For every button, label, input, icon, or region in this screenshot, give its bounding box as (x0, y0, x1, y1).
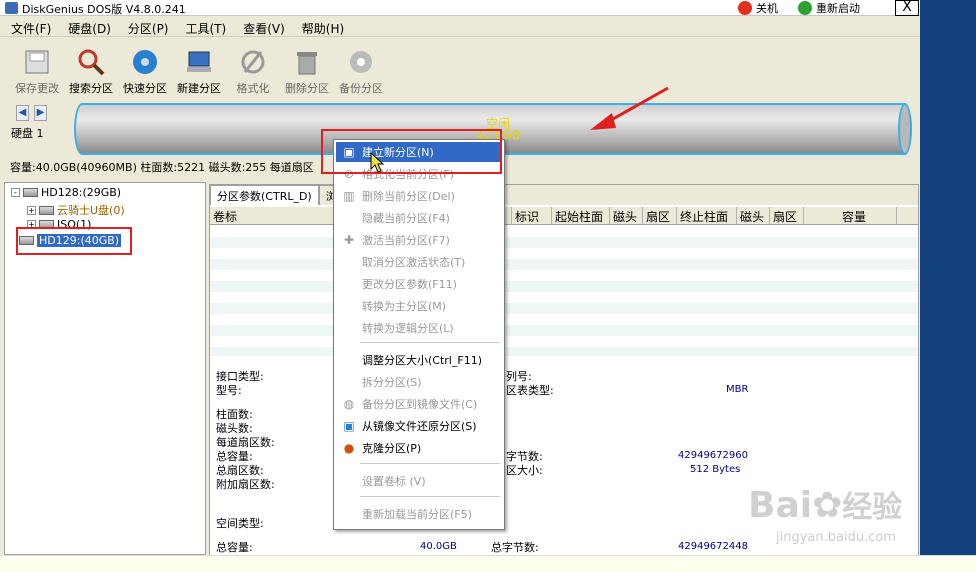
menu-file[interactable]: 文件(F) (0, 17, 57, 36)
menu-partition[interactable]: 分区(P) (117, 17, 175, 36)
trash-icon (292, 47, 322, 77)
window-title: DiskGenius DOS版 V4.8.0.241 (22, 3, 186, 16)
menu-item-change-params[interactable]: 更改分区参数(F11) (336, 274, 502, 294)
restore-icon: ▣ (343, 419, 355, 433)
new-partition-icon (184, 47, 214, 77)
menu-item-split[interactable]: 拆分分区(S) (336, 372, 502, 392)
previous-disk-button[interactable]: ◀ (16, 105, 29, 121)
col-end-cyl[interactable]: 终止柱面 (677, 207, 737, 224)
new-partition-button[interactable]: 新建分区 (172, 40, 226, 98)
menu-disk[interactable]: 硬盘(D) (57, 17, 117, 36)
paw-icon: ✿ (812, 485, 843, 526)
toolbar: 保存更改 搜索分区 快速分区 新建分区 格式化 删除分区 备份分区 (0, 40, 920, 98)
partition-table-body (210, 226, 918, 356)
restart-button[interactable]: 重新启动 (798, 0, 860, 16)
watermark: Bai✿经验 jingyan.baidu.com (748, 485, 903, 545)
clone-icon: ● (343, 441, 355, 455)
menu-item-set-label[interactable]: 设置卷标 (V) (336, 471, 502, 491)
context-menu: ▣ 建立新分区(N) ⊘ 格式化当前分区(F) ▥ 删除当前分区(Del) 隐藏当前分… (333, 139, 505, 530)
sector-size-value: 512 Bytes (690, 464, 741, 475)
free-total-bytes-label: 总字节数: (491, 541, 539, 554)
total-bytes-value: 42949672960 (678, 450, 748, 461)
tree-node-hd128[interactable]: - HD128:(29GB) (11, 186, 121, 199)
menu-item-to-primary[interactable]: 转换为主分区(M) (336, 296, 502, 316)
menu-item-restore-image[interactable]: ▣ 从镜像文件还原分区(S) (336, 416, 502, 436)
hard-disk-icon (23, 188, 38, 197)
menu-tools[interactable]: 工具(T) (175, 17, 233, 36)
partition-table-type-value: MBR (726, 384, 749, 395)
col-id[interactable]: 标识 (512, 207, 552, 224)
close-button[interactable]: X (895, 0, 919, 16)
shutdown-button[interactable]: 关机 (738, 0, 778, 16)
menu-separator (360, 342, 500, 343)
backup-icon (346, 47, 376, 77)
col-start-cyl[interactable]: 起始柱面 (552, 207, 610, 224)
partition-table-type-label: 区表类型: (506, 384, 554, 397)
menu-item-resize[interactable]: 调整分区大小(Ctrl_F11) (336, 350, 502, 370)
quick-partition-button[interactable]: 快速分区 (118, 40, 172, 98)
format-button[interactable]: 格式化 (226, 40, 280, 98)
menu-item-delete[interactable]: ▥ 删除当前分区(Del) (336, 186, 502, 206)
restart-icon (798, 1, 812, 15)
search-icon (76, 47, 106, 77)
tab-strip: 分区参数(CTRL_D) 浏 (210, 185, 918, 205)
backup-icon: ◍ (343, 397, 355, 411)
extra-sectors-label: 附加扇区数: (216, 478, 275, 491)
title-bar: DiskGenius DOS版 V4.8.0.241 关机 重新启动 X (0, 0, 920, 16)
sector-size-label: 区大小: (506, 464, 543, 477)
col-head2[interactable]: 磁头 (737, 207, 770, 224)
format-icon (238, 47, 268, 77)
search-partition-button[interactable]: 搜索分区 (64, 40, 118, 98)
menu-view[interactable]: 查看(V) (232, 17, 291, 36)
mouse-cursor-icon (370, 152, 385, 173)
backup-partition-button[interactable]: 备份分区 (334, 40, 388, 98)
highlight-box-create (321, 129, 502, 174)
menu-item-deactivate[interactable]: 取消分区激活状态(T) (336, 252, 502, 272)
save-icon (22, 47, 52, 77)
menu-separator (360, 463, 500, 464)
partition-icon (39, 205, 54, 215)
menu-item-to-logical[interactable]: 转换为逻辑分区(L) (336, 318, 502, 338)
activate-icon: ✚ (343, 233, 355, 247)
tree-node-usb[interactable]: + 云骑士U盘(0) (27, 202, 125, 218)
free-total-capacity-label: 总容量: (216, 541, 253, 554)
desktop-background (920, 0, 976, 555)
app-icon (5, 2, 18, 14)
highlight-box-disk (16, 227, 132, 255)
space-type-label: 空间类型: (216, 517, 264, 530)
model-label: 型号: (216, 384, 242, 397)
save-changes-button[interactable]: 保存更改 (10, 40, 64, 98)
free-total-capacity-value: 40.0GB (420, 541, 457, 552)
menu-item-activate[interactable]: ✚ 激活当前分区(F7) (336, 230, 502, 250)
status-bar (0, 555, 976, 572)
free-total-bytes-value: 42949672448 (678, 541, 748, 552)
delete-partition-button[interactable]: 删除分区 (280, 40, 334, 98)
table-header: 卷标 标识 起始柱面 磁头 扇区 终止柱面 磁头 扇区 容量 (210, 207, 918, 225)
menu-item-hide[interactable]: 隐藏当前分区(F4) (336, 208, 502, 228)
disk-info-line: 容量:40.0GB(40960MB) 柱面数:5221 磁头数:255 每道扇区 (10, 161, 314, 174)
col-capacity[interactable]: 容量 (804, 207, 897, 224)
menu-bar: 文件(F) 硬盘(D) 分区(P) 工具(T) 查看(V) 帮助(H) (0, 17, 920, 37)
col-sector[interactable]: 扇区 (643, 207, 677, 224)
col-head[interactable]: 磁头 (610, 207, 643, 224)
menu-separator (360, 496, 500, 497)
menu-item-backup-image[interactable]: ◍ 备份分区到镜像文件(C) (336, 394, 502, 414)
quick-partition-icon (130, 47, 160, 77)
menu-item-clone[interactable]: ● 克隆分区(P) (336, 438, 502, 458)
menu-item-reload[interactable]: 重新加载当前分区(F5) (336, 504, 502, 524)
tab-partition-params[interactable]: 分区参数(CTRL_D) (210, 185, 319, 205)
trash-icon: ▥ (343, 189, 355, 203)
disk-label: 硬盘 1 (11, 127, 44, 140)
menu-help[interactable]: 帮助(H) (291, 17, 350, 36)
power-icon (738, 1, 752, 15)
col-sector2[interactable]: 扇区 (770, 207, 804, 224)
next-disk-button[interactable]: ▶ (34, 105, 47, 121)
